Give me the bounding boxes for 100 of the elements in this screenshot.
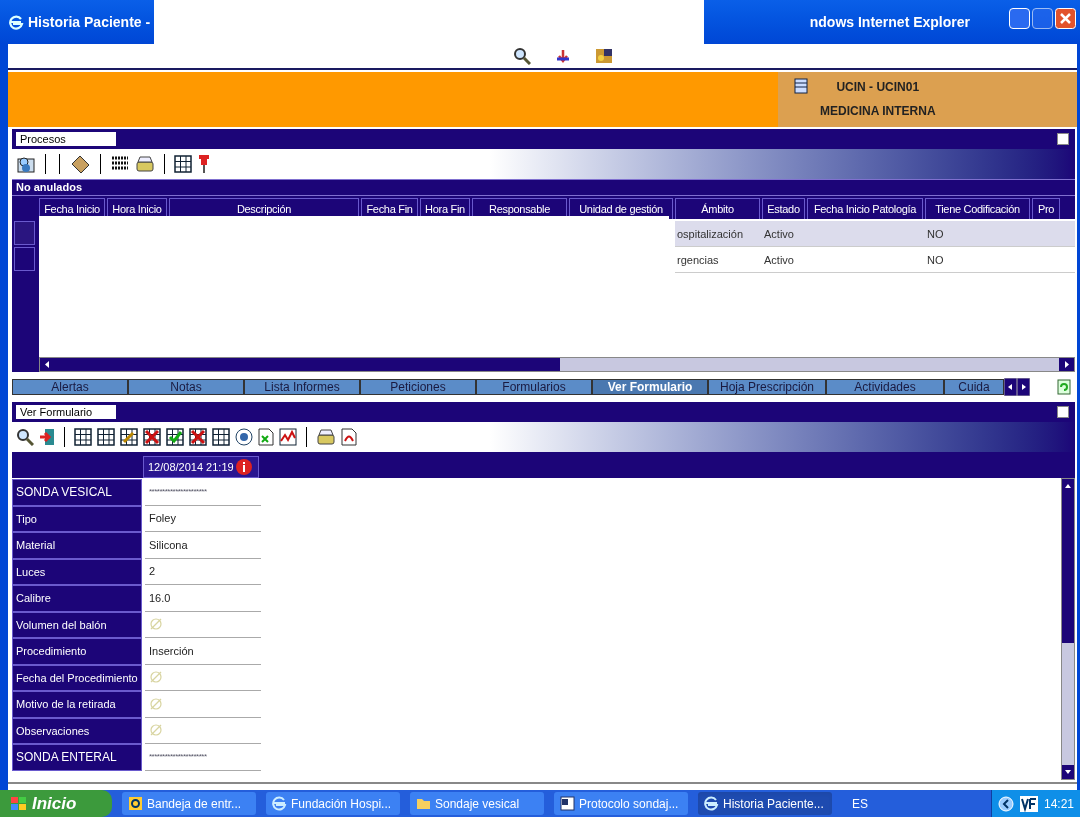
row-label: Calibre bbox=[12, 585, 142, 612]
minimize-button[interactable] bbox=[1009, 8, 1030, 29]
tab[interactable]: Notas bbox=[128, 379, 244, 395]
table-cell-text: ospitalización bbox=[677, 227, 744, 242]
language-indicator[interactable]: ES bbox=[852, 794, 868, 813]
patient-icon[interactable] bbox=[16, 154, 36, 174]
row-label: Observaciones bbox=[12, 717, 142, 744]
tab[interactable]: Ver Formulario bbox=[592, 379, 708, 395]
close-icon[interactable] bbox=[1055, 8, 1076, 29]
row-label: SONDA VESICAL bbox=[12, 479, 142, 506]
grid-icon[interactable] bbox=[212, 428, 230, 446]
field-value: Foley bbox=[149, 511, 176, 526]
tab[interactable]: Lista Informes bbox=[244, 379, 360, 395]
date-label: 12/08/2014 21:19 bbox=[148, 459, 234, 475]
unit-name: UCIN - UCIN01 bbox=[836, 79, 920, 96]
scroll-thumb[interactable] bbox=[1062, 493, 1074, 643]
tray-app-icon[interactable] bbox=[1019, 795, 1038, 812]
row-label: Luces bbox=[12, 558, 142, 585]
delete-icon[interactable] bbox=[143, 428, 161, 446]
refresh-icon[interactable] bbox=[1057, 379, 1071, 395]
table-cell-text: Activo bbox=[764, 253, 794, 268]
row-label: Tipo bbox=[12, 505, 142, 532]
scroll-thumb[interactable] bbox=[55, 358, 560, 371]
grid-icon[interactable] bbox=[97, 428, 115, 446]
tab[interactable]: Actividades bbox=[826, 379, 944, 395]
empty-value-icon bbox=[149, 617, 163, 632]
outlook-icon bbox=[128, 796, 143, 811]
spreadsheet-icon[interactable] bbox=[258, 428, 274, 446]
taskbar-button[interactable]: Historia Paciente... bbox=[698, 792, 832, 815]
taskbar-button[interactable]: Protocolo sondaj... bbox=[554, 792, 688, 815]
taskbar-button[interactable]: Sondaje vesical bbox=[410, 792, 544, 815]
table-cell-text: NO bbox=[927, 227, 944, 242]
panel-icon bbox=[794, 78, 808, 94]
empty-value-icon bbox=[149, 723, 163, 738]
row-header[interactable] bbox=[14, 221, 35, 245]
pin-icon[interactable] bbox=[197, 154, 211, 174]
scroll-left-icon[interactable] bbox=[40, 358, 55, 371]
scroll-up-icon[interactable] bbox=[1062, 479, 1074, 493]
browser-icon bbox=[272, 796, 287, 811]
panel-title: Ver Formulario bbox=[16, 405, 116, 419]
windows-logo-icon bbox=[10, 795, 28, 812]
clock: 14:21 bbox=[1043, 795, 1074, 813]
grid-icon[interactable] bbox=[174, 155, 192, 173]
field-value: ********************** bbox=[149, 750, 207, 763]
start-button[interactable]: Inicio bbox=[0, 790, 112, 817]
start-label: Inicio bbox=[32, 792, 77, 815]
table-cell-text: Activo bbox=[764, 227, 794, 242]
tab[interactable]: Hoja Prescripción bbox=[708, 379, 826, 395]
info-icon bbox=[235, 459, 252, 475]
field-value: 16.0 bbox=[149, 590, 171, 606]
browser-icon bbox=[8, 14, 24, 30]
scroll-down-icon[interactable] bbox=[1062, 765, 1074, 779]
field-value: Silicona bbox=[149, 537, 188, 553]
row-label: Motivo de la retirada bbox=[12, 691, 142, 718]
panel-title: Procesos bbox=[16, 132, 116, 146]
delete-icon[interactable] bbox=[189, 428, 207, 446]
printer-icon[interactable] bbox=[316, 428, 336, 446]
tab-scroll-left-icon[interactable] bbox=[1004, 378, 1017, 396]
tab-scroll-right-icon[interactable] bbox=[1017, 378, 1030, 396]
vertical-scrollbar[interactable] bbox=[1061, 478, 1075, 780]
folder-icon bbox=[416, 796, 431, 811]
pdf-icon[interactable] bbox=[341, 428, 357, 446]
row-label: Procedimiento bbox=[12, 638, 142, 665]
tab[interactable]: Peticiones bbox=[360, 379, 476, 395]
puzzle-icon[interactable] bbox=[594, 48, 613, 64]
printer-icon[interactable] bbox=[135, 155, 155, 173]
empty-value-icon bbox=[149, 670, 163, 685]
maximize-button[interactable] bbox=[1057, 406, 1069, 418]
window-title: ndows Internet Explorer bbox=[809, 12, 970, 32]
table-cell-text: rgencias bbox=[677, 253, 719, 268]
row-label: SONDA ENTERAL bbox=[12, 744, 142, 771]
row-label: Fecha del Procedimiento bbox=[12, 664, 142, 691]
target-icon[interactable] bbox=[235, 428, 253, 446]
horizontal-scrollbar[interactable] bbox=[39, 357, 1075, 372]
taskbar-button[interactable]: Fundación Hospi... bbox=[266, 792, 400, 815]
row-header[interactable] bbox=[14, 247, 35, 271]
empty-value-icon bbox=[149, 696, 163, 711]
tab[interactable]: Formularios bbox=[476, 379, 592, 395]
tab[interactable]: Cuida bbox=[944, 379, 1004, 395]
tag-icon[interactable] bbox=[69, 154, 91, 174]
exit-icon[interactable] bbox=[39, 428, 55, 446]
field-value: ********************** bbox=[149, 485, 207, 498]
scroll-right-icon[interactable] bbox=[1059, 358, 1074, 371]
tab[interactable]: Alertas bbox=[12, 379, 128, 395]
search-icon[interactable] bbox=[16, 428, 34, 446]
browser-icon bbox=[704, 796, 719, 811]
table-row[interactable]: ospitalización Activo NO bbox=[675, 221, 1075, 247]
row-label: Volumen del balón bbox=[12, 611, 142, 638]
chart-icon[interactable] bbox=[279, 428, 297, 446]
search-icon[interactable] bbox=[512, 47, 531, 65]
table-cell-text: NO bbox=[927, 253, 944, 268]
arrow-icon[interactable] bbox=[554, 48, 571, 64]
maximize-button[interactable] bbox=[1057, 133, 1069, 145]
taskbar-button[interactable]: Bandeja de entr... bbox=[122, 792, 256, 815]
field-value: Inserción bbox=[149, 643, 194, 659]
edit-icon[interactable] bbox=[120, 428, 138, 446]
row-label: Material bbox=[12, 532, 142, 559]
window-title: Historia Paciente - bbox=[28, 12, 151, 32]
check-icon[interactable] bbox=[166, 428, 184, 446]
grid-icon[interactable] bbox=[74, 428, 92, 446]
